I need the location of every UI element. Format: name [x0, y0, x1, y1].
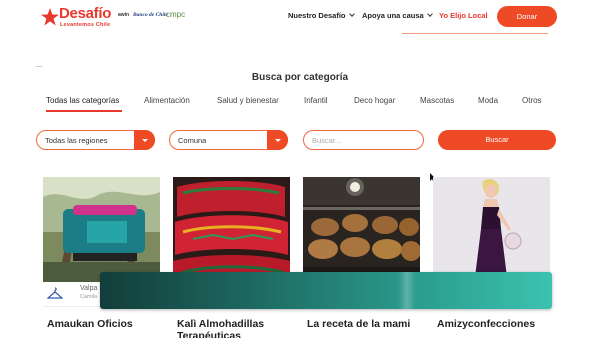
desafio-logo[interactable]: Desafío Levantemos Chile	[40, 5, 118, 29]
divider	[402, 33, 548, 34]
overlay-banner[interactable]	[100, 272, 552, 309]
tab-deco-hogar[interactable]: Deco hogar	[354, 96, 395, 105]
tab-moda[interactable]: Moda	[478, 96, 498, 105]
tab-mascotas[interactable]: Mascotas	[420, 96, 454, 105]
tab-salud-y-bienestar[interactable]: Salud y bienestar	[217, 96, 279, 105]
nav-label: Nuestro Desafío	[288, 11, 346, 20]
divider	[36, 66, 42, 67]
comuna-select[interactable]: Comuna	[169, 130, 288, 150]
card-title: Amaukan Oficios	[47, 318, 133, 330]
comuna-select-value: Comuna	[178, 136, 207, 145]
partner-logo-awin: awin	[118, 12, 130, 18]
chevron-down-icon	[348, 11, 355, 17]
region-select[interactable]: Todas las regiones	[36, 130, 155, 150]
nav-nuestro-desafio[interactable]: Nuestro Desafío	[288, 11, 355, 20]
card-owner: Camila	[80, 294, 98, 300]
section-title: Busca por categoría	[251, 72, 349, 83]
search-input[interactable]	[303, 130, 424, 150]
partner-logo-cmpc: cmpc	[166, 10, 186, 19]
card-location: Valpa	[80, 285, 98, 292]
tab-otros[interactable]: Otros	[522, 96, 542, 105]
business-card[interactable]: La receta de la mami	[303, 177, 420, 338]
tab-alimentacion[interactable]: Alimentación	[144, 96, 190, 105]
logo-title: Desafío	[59, 5, 112, 22]
card-meta: Valpa Camila	[43, 282, 101, 306]
banner-shine	[398, 272, 416, 309]
nav-apoya-una-causa[interactable]: Apoya una causa	[362, 11, 433, 20]
business-card[interactable]: Amizyconfecciones	[433, 177, 550, 338]
business-card[interactable]: Kalì Almohadillas Terapéuticas	[173, 177, 290, 338]
star-icon	[41, 8, 59, 26]
tab-todas-las-categorias[interactable]: Todas las categorías	[46, 96, 119, 105]
active-tab-indicator	[46, 110, 122, 112]
nav-yo-elijo-local[interactable]: Yo Elijo Local	[439, 11, 488, 20]
chevron-down-icon	[426, 11, 433, 17]
card-title: Amizyconfecciones	[437, 318, 536, 330]
tab-infantil[interactable]: Infantil	[304, 96, 328, 105]
card-title: La receta de la mami	[307, 318, 411, 330]
card-title: Kalì Almohadillas Terapéuticas	[177, 318, 265, 338]
dropdown-caret-icon	[267, 130, 288, 150]
partner-logo-banco-de-chile: Banco de Chile	[133, 12, 168, 18]
region-select-value: Todas las regiones	[45, 136, 108, 145]
nav-label: Apoya una causa	[362, 11, 424, 20]
business-card[interactable]: Amaukan Oficios	[43, 177, 160, 338]
logo-subtitle: Levantemos Chile	[60, 22, 111, 28]
hanger-icon	[47, 287, 63, 299]
search-button[interactable]: Buscar	[438, 130, 556, 150]
site-header: Desafío Levantemos Chile awin Banco de C…	[0, 0, 600, 34]
category-tabs: Todas las categorías Alimentación Salud …	[0, 96, 600, 112]
dropdown-caret-icon	[134, 130, 155, 150]
nav-label: Yo Elijo Local	[439, 11, 488, 20]
donate-button[interactable]: Donar	[497, 6, 557, 27]
